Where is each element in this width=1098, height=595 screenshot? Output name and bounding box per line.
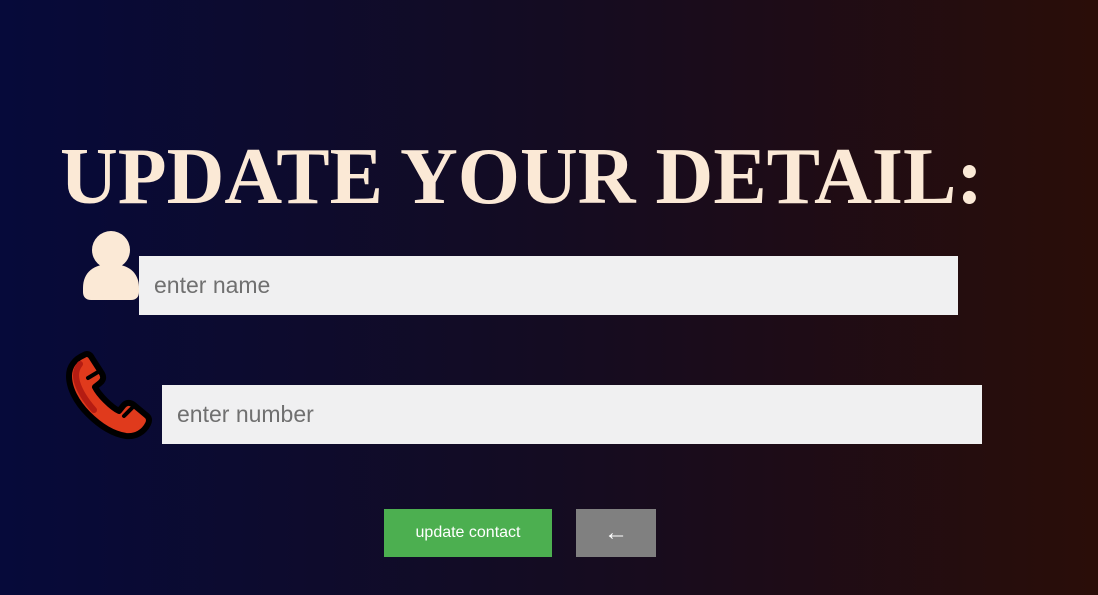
name-input[interactable] [139,256,958,315]
back-button[interactable]: ← [576,509,656,557]
person-icon [80,230,142,302]
number-input[interactable] [162,385,982,444]
phone-icon [64,350,156,442]
update-contact-button[interactable]: update contact [384,509,552,557]
page-title: UPDATE YOUR DETAIL: [60,133,984,221]
